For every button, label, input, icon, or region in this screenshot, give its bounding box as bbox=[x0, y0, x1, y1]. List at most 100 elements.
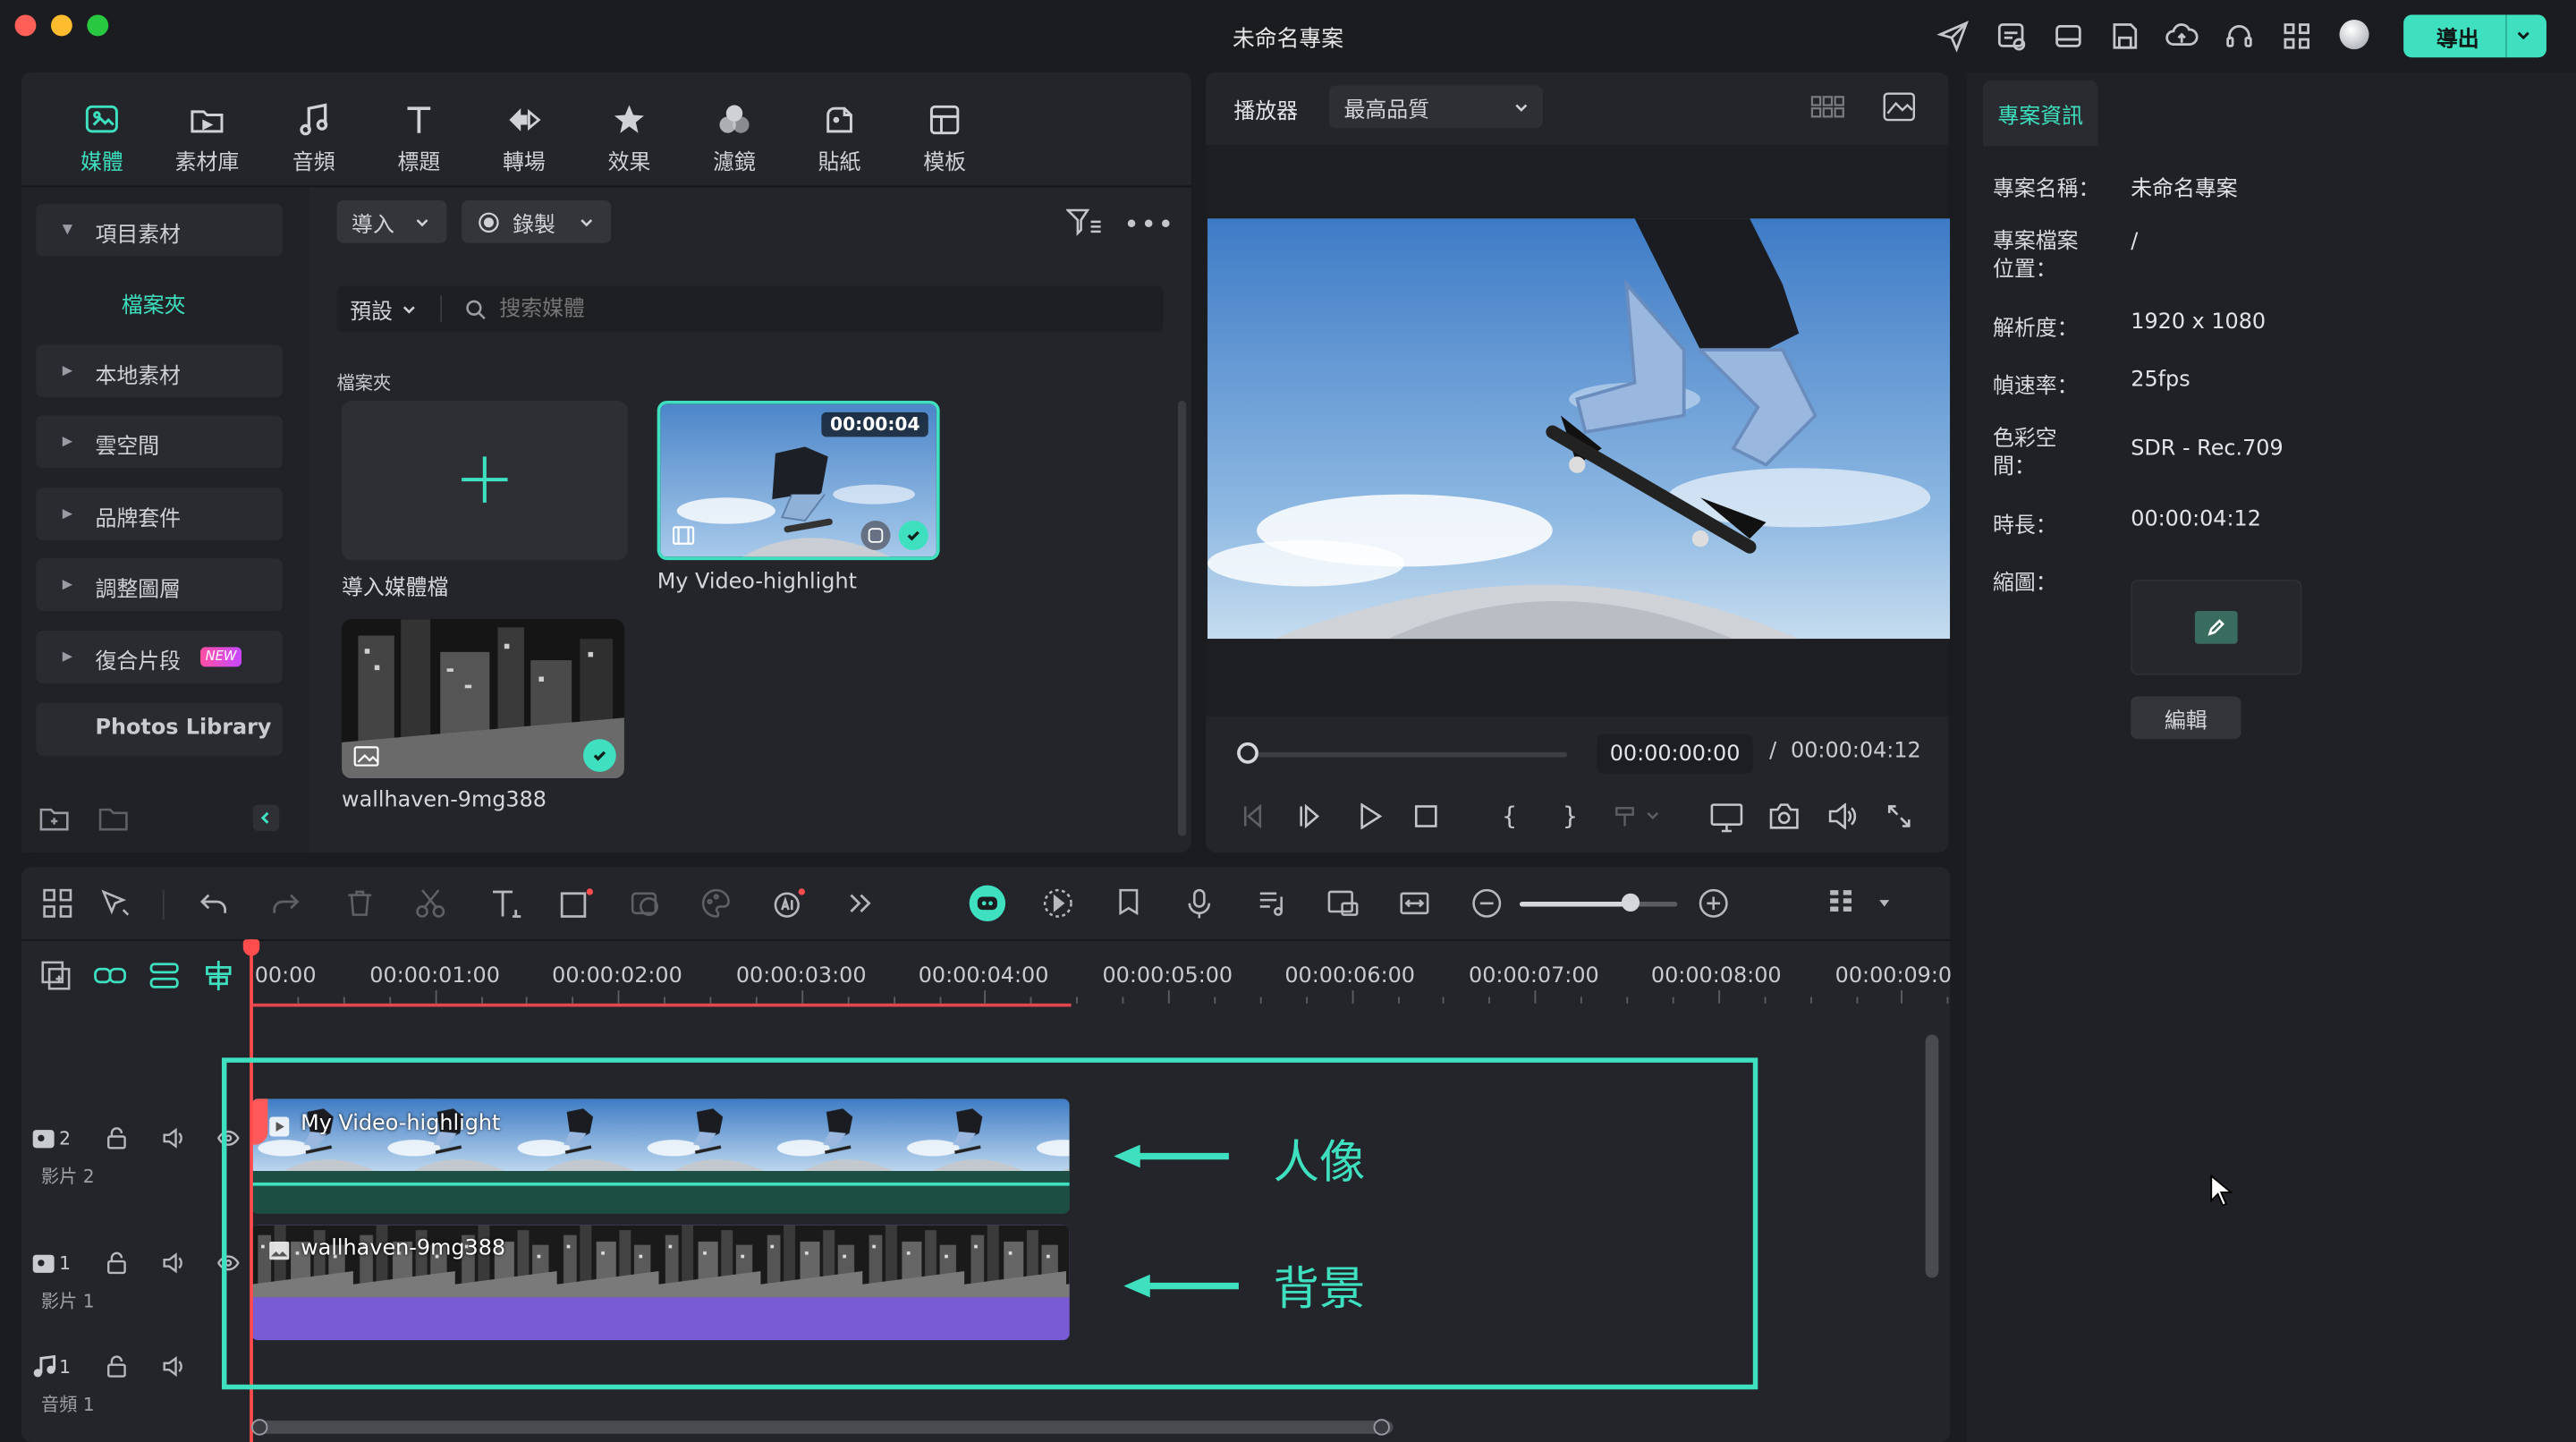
undo-icon[interactable] bbox=[197, 886, 233, 922]
scroll-handle-right[interactable] bbox=[1373, 1419, 1390, 1436]
current-time[interactable]: 00:00:00:00 bbox=[1597, 734, 1753, 774]
scroll-handle-left[interactable] bbox=[251, 1419, 268, 1436]
lock-icon[interactable] bbox=[106, 1126, 129, 1149]
grid-view-icon[interactable] bbox=[1810, 95, 1846, 118]
timeline-ruler[interactable]: 00:00 00:00:01:00 00:00:02:00 00:00:03:0… bbox=[251, 941, 1952, 1010]
more-options-icon[interactable]: ••• bbox=[1123, 208, 1175, 240]
track-layout-icon[interactable] bbox=[1826, 886, 1861, 922]
sidebar-item-local[interactable]: ▶ 本地素材 bbox=[36, 344, 283, 398]
caret-down-icon[interactable] bbox=[1877, 896, 1891, 910]
prev-frame-icon[interactable] bbox=[1241, 803, 1267, 829]
sidebar-item-photos-library[interactable]: Photos Library bbox=[36, 702, 283, 756]
import-media-tile[interactable] bbox=[342, 400, 628, 561]
mark-out-icon[interactable]: } bbox=[1563, 802, 1579, 831]
zoom-slider-handle[interactable] bbox=[1621, 893, 1640, 912]
mask-icon[interactable] bbox=[629, 886, 665, 922]
pip-icon[interactable] bbox=[1326, 886, 1361, 922]
tab-stickers[interactable]: 貼紙 bbox=[790, 102, 888, 175]
tab-media[interactable]: 媒體 bbox=[53, 102, 151, 175]
mark-in-icon[interactable]: { bbox=[1502, 802, 1518, 831]
fullscreen-icon[interactable] bbox=[1886, 803, 1912, 829]
layout-icon[interactable] bbox=[2052, 20, 2085, 53]
export-button[interactable]: 導出 bbox=[2403, 14, 2546, 58]
select-pointer-icon[interactable] bbox=[98, 886, 134, 922]
timeline-vertical-scrollbar[interactable] bbox=[1925, 1034, 1939, 1278]
support-headset-icon[interactable] bbox=[2223, 20, 2256, 53]
track-volume-icon[interactable] bbox=[161, 1126, 187, 1149]
delete-icon[interactable] bbox=[343, 886, 379, 922]
library-scrollbar[interactable] bbox=[1177, 400, 1187, 836]
tab-effects[interactable]: 效果 bbox=[580, 102, 678, 175]
layout-grid-icon[interactable] bbox=[41, 886, 77, 922]
chevron-down-icon[interactable] bbox=[2513, 25, 2533, 45]
auto-ripple-icon[interactable] bbox=[202, 959, 235, 992]
collapse-sidebar-icon[interactable] bbox=[252, 804, 280, 832]
work-area-bar[interactable] bbox=[251, 1003, 1072, 1007]
tab-filters[interactable]: 濾鏡 bbox=[685, 102, 784, 175]
crop-icon[interactable] bbox=[558, 886, 594, 922]
marker-icon[interactable] bbox=[1112, 886, 1148, 922]
sidebar-item-compound-clip[interactable]: ▶ 復合片段 NEW bbox=[36, 631, 283, 683]
ai-copilot-icon[interactable] bbox=[969, 885, 1006, 921]
sidebar-item-project-media[interactable]: ▼ 項目素材 bbox=[36, 203, 283, 257]
tab-titles[interactable]: 標題 bbox=[369, 102, 468, 175]
media-item-image[interactable] bbox=[342, 619, 624, 779]
split-scissors-icon[interactable] bbox=[414, 886, 450, 922]
filter-sort-icon[interactable] bbox=[1066, 207, 1102, 236]
snapshot-camera-icon[interactable] bbox=[1769, 803, 1799, 829]
quality-dropdown[interactable]: 最高品質 bbox=[1328, 85, 1543, 129]
microphone-icon[interactable] bbox=[1182, 886, 1218, 922]
timeline-horizontal-scrollbar[interactable] bbox=[251, 1421, 1394, 1434]
add-track-icon[interactable] bbox=[39, 959, 72, 992]
tab-transitions[interactable]: 轉場 bbox=[475, 102, 573, 175]
media-item-video[interactable]: 00:00:04 bbox=[657, 400, 940, 561]
sidebar-item-folder[interactable]: 檔案夾 bbox=[122, 287, 186, 319]
track-volume-icon[interactable] bbox=[161, 1251, 187, 1275]
sidebar-item-cloud[interactable]: ▶ 雲空間 bbox=[36, 415, 283, 469]
import-button[interactable]: 導入 bbox=[336, 199, 447, 243]
lock-icon[interactable] bbox=[106, 1251, 129, 1275]
seek-bar[interactable] bbox=[1238, 751, 1568, 758]
fit-timeline-icon[interactable] bbox=[1398, 886, 1434, 922]
seek-handle[interactable] bbox=[1237, 742, 1258, 764]
zoom-out-icon[interactable] bbox=[1470, 886, 1506, 922]
edit-thumbnail-button[interactable]: 編輯 bbox=[2131, 696, 2241, 740]
play-icon[interactable] bbox=[1357, 802, 1383, 830]
send-feedback-icon[interactable] bbox=[1936, 20, 1970, 53]
sidebar-item-brand-kit[interactable]: ▶ 品牌套件 bbox=[36, 488, 283, 541]
tab-audio[interactable]: 音頻 bbox=[265, 102, 363, 175]
apps-grid-icon[interactable] bbox=[2280, 20, 2313, 53]
next-frame-icon[interactable] bbox=[1298, 803, 1324, 829]
video-preview[interactable] bbox=[1208, 218, 1951, 640]
redo-icon[interactable] bbox=[269, 886, 305, 922]
insert-clip-icon[interactable] bbox=[1615, 805, 1661, 828]
stop-icon[interactable] bbox=[1413, 803, 1439, 829]
color-palette-icon[interactable] bbox=[699, 886, 735, 922]
folder-remove-icon[interactable] bbox=[98, 805, 128, 831]
display-icon[interactable] bbox=[1710, 803, 1743, 833]
tab-templates[interactable]: 模板 bbox=[895, 102, 994, 175]
record-button[interactable]: 錄製 bbox=[462, 199, 612, 243]
image-snapshot-icon[interactable] bbox=[1883, 92, 1916, 122]
magnet-snap-icon[interactable] bbox=[148, 959, 181, 992]
text-tool-icon[interactable] bbox=[488, 886, 524, 922]
lock-icon[interactable] bbox=[106, 1355, 129, 1378]
tab-stock[interactable]: 素材庫 bbox=[157, 102, 256, 175]
sidebar-item-adjustment-layer[interactable]: ▶ 調整圖層 bbox=[36, 558, 283, 611]
track-volume-icon[interactable] bbox=[161, 1355, 187, 1378]
audio-mix-icon[interactable] bbox=[1255, 886, 1291, 922]
new-folder-icon[interactable] bbox=[39, 805, 69, 831]
save-icon[interactable] bbox=[2108, 20, 2141, 53]
volume-icon[interactable] bbox=[1826, 802, 1857, 830]
playhead-handle[interactable] bbox=[242, 939, 260, 956]
tab-project-info[interactable]: 專案資訊 bbox=[1982, 80, 2098, 147]
preset-dropdown[interactable]: 預設 bbox=[350, 293, 417, 325]
auto-reframe-icon[interactable] bbox=[1041, 886, 1077, 922]
thumbnail-box[interactable] bbox=[2131, 580, 2302, 675]
cloud-upload-icon[interactable] bbox=[2165, 20, 2199, 53]
task-list-icon[interactable] bbox=[1995, 20, 2028, 53]
avatar[interactable] bbox=[2339, 20, 2369, 50]
search-input[interactable] bbox=[499, 296, 1124, 321]
ai-tools-icon[interactable] bbox=[770, 886, 806, 922]
zoom-in-icon[interactable] bbox=[1697, 886, 1733, 922]
